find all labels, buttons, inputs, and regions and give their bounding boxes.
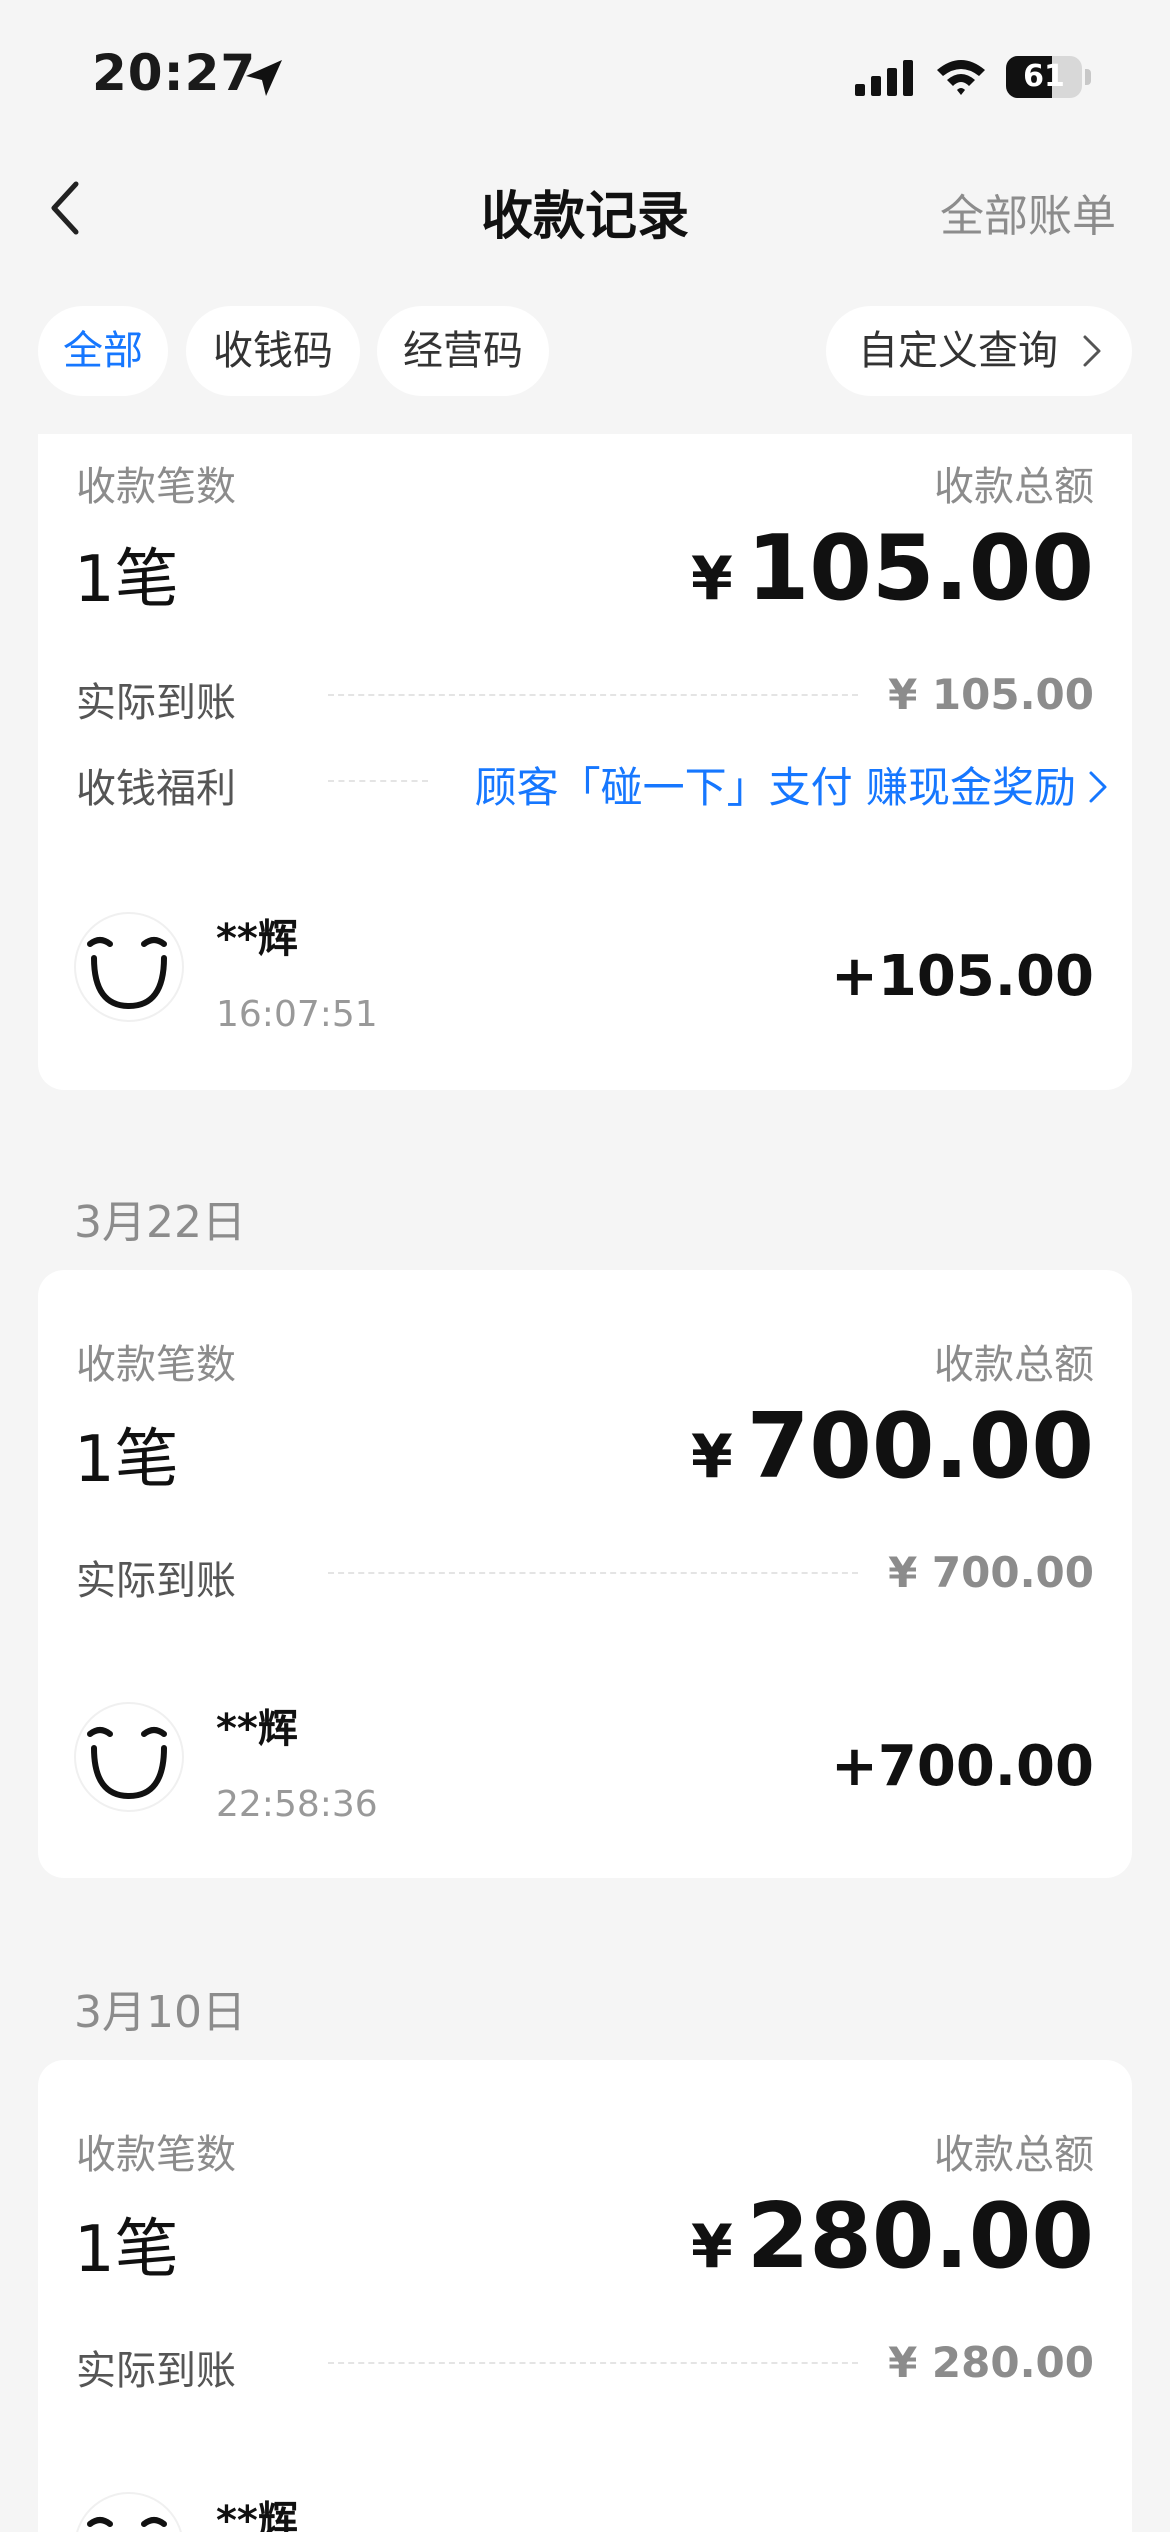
total-label: 收款总额 bbox=[934, 2132, 1094, 2178]
received-label: 实际到账 bbox=[76, 2348, 236, 2394]
avatar bbox=[74, 912, 184, 1022]
count-label: 收款笔数 bbox=[76, 1342, 236, 1388]
received-value: ¥ 280.00 bbox=[888, 2338, 1094, 2387]
transaction-time: 16:07:51 bbox=[216, 994, 378, 1035]
smiley-face-icon bbox=[87, 2517, 167, 2527]
cellular-signal-icon bbox=[855, 60, 913, 96]
status-bar: 20:27 61 bbox=[0, 0, 1170, 140]
battery-icon: 61 bbox=[1006, 56, 1092, 98]
currency-symbol: ¥ bbox=[690, 1422, 733, 1492]
total-value: 700.00 bbox=[746, 1394, 1094, 1499]
currency-symbol: ¥ bbox=[690, 2212, 733, 2282]
summary-card: 收款笔数 收款总额 1笔 ¥105.00 实际到账 ¥ 105.00 收钱福利 … bbox=[38, 434, 1132, 1090]
tab-all[interactable]: 全部 bbox=[38, 306, 168, 396]
count-label: 收款笔数 bbox=[76, 464, 236, 510]
received-label: 实际到账 bbox=[76, 1558, 236, 1604]
divider bbox=[328, 780, 428, 782]
received-value: ¥ 105.00 bbox=[888, 670, 1094, 719]
payer-name: **辉 bbox=[216, 916, 298, 962]
wifi-icon bbox=[937, 60, 985, 95]
transaction-count: 1笔 bbox=[74, 543, 179, 617]
tab-qr-code[interactable]: 收钱码 bbox=[186, 306, 360, 396]
custom-query-button[interactable]: 自定义查询 bbox=[826, 306, 1132, 396]
all-bills-link[interactable]: 全部账单 bbox=[940, 180, 1116, 244]
tab-business-code[interactable]: 经营码 bbox=[377, 306, 549, 396]
received-value: ¥ 700.00 bbox=[888, 1548, 1094, 1597]
transaction-count: 1笔 bbox=[74, 1423, 179, 1497]
transaction-time: 22:58:36 bbox=[216, 1784, 378, 1825]
total-value: 280.00 bbox=[746, 2184, 1094, 2289]
summary-card: 收款笔数 收款总额 1笔 ¥280.00 实际到账 ¥ 280.00 **辉 bbox=[38, 2060, 1132, 2532]
promo-text: 顾客「碰一下」支付 赚现金奖励 bbox=[474, 763, 1076, 812]
summary-card: 收款笔数 收款总额 1笔 ¥700.00 实际到账 ¥ 700.00 **辉 2… bbox=[38, 1270, 1132, 1878]
avatar bbox=[74, 1702, 184, 1812]
promo-link[interactable]: 顾客「碰一下」支付 赚现金奖励 bbox=[475, 754, 1108, 815]
chevron-right-icon bbox=[1089, 771, 1107, 803]
total-label: 收款总额 bbox=[934, 1342, 1094, 1388]
total-value: 105.00 bbox=[746, 516, 1094, 621]
date-header: 3月10日 bbox=[74, 1987, 246, 2038]
transaction-amount: +700.00 bbox=[830, 1734, 1094, 1799]
payer-name: **辉 bbox=[216, 1706, 298, 1752]
divider bbox=[328, 1572, 858, 1574]
status-time: 20:27 bbox=[92, 44, 257, 102]
count-label: 收款笔数 bbox=[76, 2132, 236, 2178]
chevron-right-icon bbox=[1083, 335, 1101, 367]
filter-tabs: 全部 收钱码 经营码 自定义查询 bbox=[0, 306, 1170, 398]
battery-percent: 61 bbox=[1023, 59, 1065, 94]
transaction-amount: +105.00 bbox=[830, 944, 1094, 1009]
smiley-face-icon bbox=[87, 937, 167, 1010]
total-amount: ¥280.00 bbox=[691, 2184, 1094, 2289]
total-amount: ¥700.00 bbox=[691, 1394, 1094, 1499]
smiley-face-icon bbox=[87, 1727, 167, 1800]
nav-bar: 收款记录 全部账单 bbox=[0, 150, 1170, 270]
date-header: 3月22日 bbox=[74, 1197, 246, 1248]
custom-query-label: 自定义查询 bbox=[858, 328, 1058, 374]
location-arrow-icon bbox=[246, 60, 282, 96]
avatar bbox=[74, 2492, 184, 2532]
total-amount: ¥105.00 bbox=[691, 516, 1094, 621]
payer-name: **辉 bbox=[216, 2498, 298, 2532]
benefit-label: 收钱福利 bbox=[76, 766, 236, 812]
total-label: 收款总额 bbox=[934, 464, 1094, 510]
currency-symbol: ¥ bbox=[690, 544, 733, 614]
transaction-count: 1笔 bbox=[74, 2213, 179, 2287]
divider bbox=[328, 2362, 858, 2364]
divider bbox=[328, 694, 858, 696]
received-label: 实际到账 bbox=[76, 680, 236, 726]
